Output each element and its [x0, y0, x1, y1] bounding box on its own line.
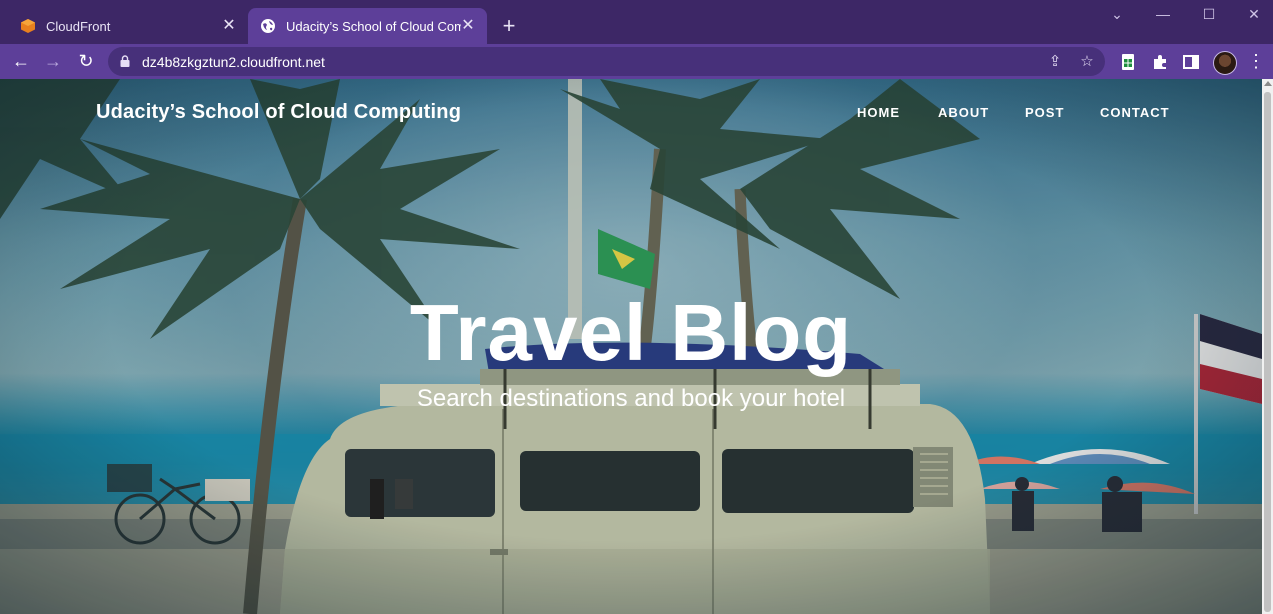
nav-home[interactable]: HOME	[857, 105, 900, 120]
avatar[interactable]	[1213, 51, 1237, 75]
site-brand[interactable]: Udacity’s School of Cloud Computing	[96, 101, 461, 124]
back-icon[interactable]: ←	[8, 49, 34, 75]
tab-cloudfront[interactable]: CloudFront ✕	[8, 8, 246, 44]
lock-icon	[120, 55, 130, 67]
nav-about[interactable]: ABOUT	[938, 105, 989, 120]
tab-strip: CloudFront ✕ Udacity’s School of Cloud C…	[0, 0, 1273, 44]
close-icon[interactable]: ✕	[459, 17, 477, 35]
tab-title: Udacity’s School of Cloud Computing	[286, 18, 461, 34]
cloudfront-icon	[21, 19, 35, 33]
hero-subtitle: Search destinations and book your hotel	[416, 385, 846, 412]
tab-title: CloudFront	[46, 18, 111, 34]
hero-title: Travel Blog	[409, 288, 853, 377]
tab-search-icon[interactable]: ⌄	[1094, 6, 1140, 28]
nav-post[interactable]: POST	[1025, 105, 1064, 120]
window-close-icon[interactable]: ✕	[1231, 6, 1273, 28]
close-icon[interactable]: ✕	[220, 17, 238, 35]
forward-icon[interactable]: →	[40, 49, 66, 75]
scroll-up-icon[interactable]	[1264, 81, 1272, 86]
sheets-extension-icon[interactable]	[1119, 53, 1137, 71]
browser-toolbar: ← → ↻ dz4b8zkgztun2.cloudfront.net ⇪ ☆ ⋮	[0, 44, 1273, 79]
star-icon[interactable]: ☆	[1078, 53, 1096, 71]
puzzle-icon[interactable]	[1151, 53, 1169, 71]
url-text: dz4b8zkgztun2.cloudfront.net	[142, 54, 325, 70]
globe-icon	[261, 19, 275, 33]
plus-icon[interactable]: +	[497, 15, 521, 39]
scrollbar-thumb[interactable]	[1264, 92, 1271, 612]
minimize-icon[interactable]: —	[1140, 6, 1186, 28]
kebab-menu-icon[interactable]: ⋮	[1247, 52, 1265, 71]
reload-icon[interactable]: ↻	[73, 49, 99, 75]
share-icon[interactable]: ⇪	[1046, 53, 1064, 71]
maximize-icon[interactable]: ☐	[1186, 6, 1232, 28]
hero-section: Udacity’s School of Cloud Computing HOME…	[0, 79, 1262, 614]
sidepanel-icon[interactable]	[1182, 53, 1200, 71]
address-bar[interactable]: dz4b8zkgztun2.cloudfront.net ⇪ ☆	[108, 47, 1105, 76]
nav-contact[interactable]: CONTACT	[1100, 105, 1170, 120]
tab-udacity[interactable]: Udacity’s School of Cloud Computing ✕	[248, 8, 487, 44]
